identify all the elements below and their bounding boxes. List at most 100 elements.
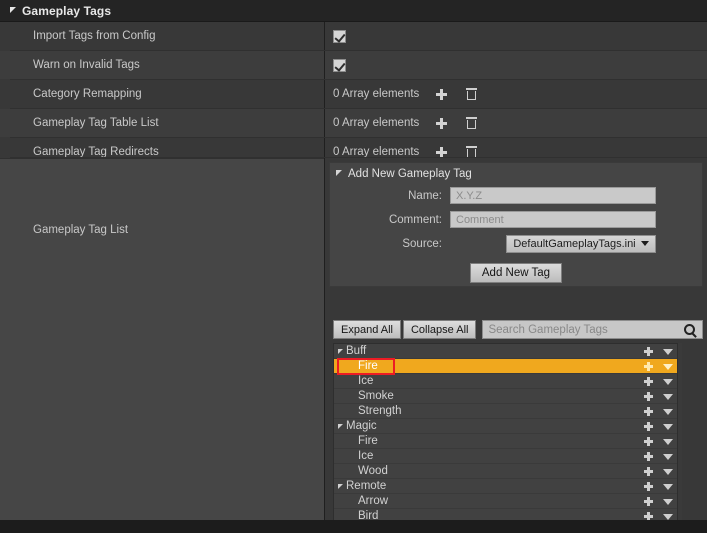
add-new-gameplay-tag-title: Add New Gameplay Tag [348, 168, 472, 180]
caret-down-icon[interactable] [663, 423, 673, 430]
property-value-warn-on-invalid-tags [325, 51, 707, 79]
plus-icon[interactable] [644, 467, 653, 476]
comment-field-row: Comment: Comment [330, 209, 702, 230]
tag-tree-row-label: Smoke [358, 390, 394, 402]
expand-all-button[interactable]: Expand All [333, 320, 401, 339]
tag-tree-row-actions [644, 389, 673, 404]
caret-down-icon[interactable] [663, 378, 673, 385]
tag-tree-row-label: Fire [358, 435, 378, 447]
plus-icon[interactable] [644, 377, 653, 386]
plus-icon[interactable] [644, 347, 653, 356]
plus-icon [435, 146, 447, 158]
caret-down-icon[interactable] [663, 393, 673, 400]
collapse-all-button[interactable]: Collapse All [402, 320, 477, 339]
caret-down-icon[interactable] [663, 348, 673, 355]
add-new-gameplay-tag-header[interactable]: Add New Gameplay Tag [330, 163, 702, 182]
plus-icon[interactable] [644, 497, 653, 506]
name-label: Name: [408, 189, 442, 202]
clear-array-button[interactable] [463, 115, 479, 131]
tag-tree-row[interactable]: Wood [334, 464, 677, 479]
triangle-down-icon[interactable] [336, 170, 342, 176]
page-title: Gameplay Tags [22, 3, 112, 18]
plus-icon[interactable] [644, 482, 653, 491]
caret-down-icon[interactable] [663, 408, 673, 415]
tag-tree-row-label: Buff [346, 345, 367, 357]
triangle-down-icon[interactable] [338, 483, 343, 489]
source-label: Source: [402, 237, 442, 250]
source-dropdown[interactable]: DefaultGameplayTags.ini [506, 234, 656, 253]
property-row-import-tags-from-config: Import Tags from Config [0, 22, 324, 50]
tag-tree-row-actions [644, 464, 673, 479]
caret-down-icon[interactable] [663, 453, 673, 460]
gameplay-tags-details-panel: Gameplay Tags Gameplay Tag List Import T… [0, 0, 707, 533]
gameplay-tag-tree[interactable]: Buff Fire Ice Smoke Strength Magic Fire Ice Wood… [333, 343, 678, 533]
tag-tree-row[interactable]: Smoke [334, 389, 677, 404]
plus-icon[interactable] [644, 362, 653, 371]
tag-tree-toolbar: Expand All Collapse All Search Gameplay … [333, 320, 703, 339]
tag-tree-row[interactable]: Strength [334, 404, 677, 419]
triangle-down-icon[interactable] [338, 348, 343, 354]
array-element-count: 0 Array elements [333, 117, 420, 129]
tag-tree-row[interactable]: Ice [334, 449, 677, 464]
add-new-tag-button[interactable]: Add New Tag [469, 263, 563, 283]
plus-icon[interactable] [644, 407, 653, 416]
plus-icon [435, 117, 447, 129]
search-gameplay-tags-input[interactable]: Search Gameplay Tags [482, 320, 703, 339]
plus-icon[interactable] [644, 392, 653, 401]
tag-tree-row-actions [644, 374, 673, 389]
property-label: Gameplay Tag Table List [33, 117, 159, 129]
category-header-gameplay-tags[interactable]: Gameplay Tags [0, 0, 707, 22]
caret-down-icon[interactable] [663, 513, 673, 520]
caret-down-icon[interactable] [663, 363, 673, 370]
add-array-element-button[interactable] [433, 115, 449, 131]
source-field-row: Source: DefaultGameplayTags.ini [330, 233, 702, 254]
clear-array-button[interactable] [463, 86, 479, 102]
tag-tree-row-label: Ice [358, 375, 374, 387]
tag-tree-row-label: Arrow [358, 495, 389, 507]
tag-tree-row-label: Fire [358, 360, 378, 372]
property-row-gameplay-tag-table-list: Gameplay Tag Table List [0, 109, 324, 137]
add-new-gameplay-tag-panel: Add New Gameplay Tag Name: X.Y.Z Comment… [329, 162, 703, 287]
window-bottom-edge [0, 520, 707, 533]
tag-tree-row[interactable]: Remote [334, 479, 677, 494]
source-dropdown-value: DefaultGameplayTags.ini [513, 237, 636, 250]
property-value-import-tags-from-config [325, 22, 707, 50]
plus-icon[interactable] [644, 422, 653, 431]
property-label: Import Tags from Config [33, 30, 156, 42]
tag-tree-row[interactable]: Magic [334, 419, 677, 434]
trash-icon [465, 88, 477, 100]
tag-tree-row[interactable]: Fire [334, 434, 677, 449]
tag-tree-row-actions [644, 359, 673, 374]
caret-down-icon[interactable] [663, 438, 673, 445]
tag-tree-row[interactable]: Arrow [334, 494, 677, 509]
tag-tree-row[interactable]: Buff [334, 344, 677, 359]
tag-tree-row[interactable]: Ice [334, 374, 677, 389]
tag-tree-row-label: Wood [358, 465, 388, 477]
tag-tree-row-label: Strength [358, 405, 402, 417]
add-new-tag-button-row: Add New Tag [330, 263, 702, 283]
plus-icon[interactable] [644, 452, 653, 461]
search-placeholder: Search Gameplay Tags [488, 323, 608, 336]
tree-scrollbar[interactable] [678, 343, 682, 533]
triangle-down-icon[interactable] [10, 6, 16, 13]
caret-down-icon[interactable] [663, 468, 673, 475]
row-divider [10, 157, 707, 158]
property-row-gameplay-tag-redirects: Gameplay Tag Redirects [0, 138, 324, 166]
tag-tree-row-actions [644, 404, 673, 419]
gameplay-tag-list-label-cell [0, 158, 324, 530]
caret-down-icon[interactable] [663, 483, 673, 490]
property-label: Warn on Invalid Tags [33, 59, 140, 71]
checkbox-warn-on-invalid-tags[interactable] [333, 58, 346, 72]
tag-tree-row-actions [644, 344, 673, 359]
triangle-down-icon[interactable] [338, 423, 343, 429]
tag-tree-row-label: Remote [346, 480, 387, 492]
add-array-element-button[interactable] [433, 86, 449, 102]
name-input[interactable]: X.Y.Z [450, 187, 656, 204]
checkbox-import-tags-from-config[interactable] [333, 29, 346, 43]
name-field-row: Name: X.Y.Z [330, 185, 702, 206]
trash-icon [465, 117, 477, 129]
plus-icon[interactable] [644, 437, 653, 446]
comment-input[interactable]: Comment [450, 211, 656, 228]
tag-tree-row[interactable]: Fire [334, 359, 677, 374]
caret-down-icon[interactable] [663, 498, 673, 505]
